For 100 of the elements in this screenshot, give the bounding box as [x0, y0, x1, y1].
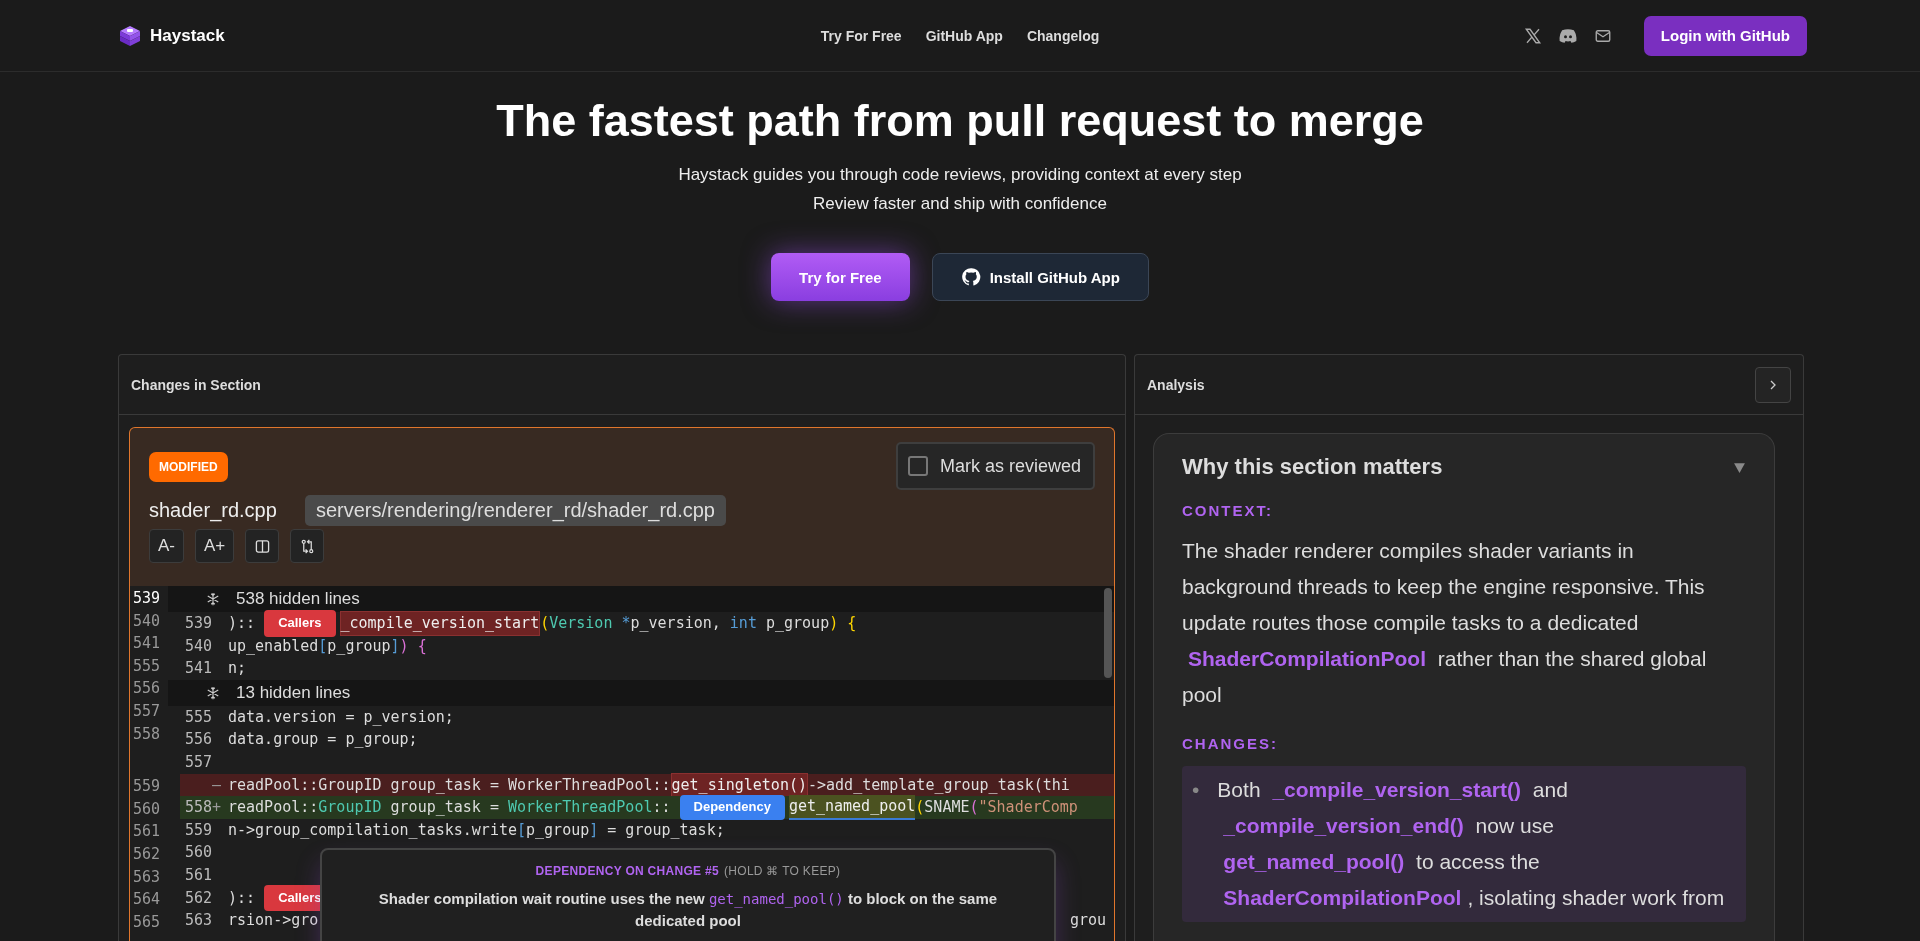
code-text: ( — [915, 797, 925, 819]
code-text: p_group — [764, 613, 830, 634]
code-text: ] — [390, 635, 400, 657]
line-number: 562 — [184, 888, 212, 907]
code-text: ( — [969, 797, 979, 819]
nav-link[interactable]: GitHub App — [925, 27, 1003, 44]
code-text: up_enabled — [228, 635, 319, 657]
code-text: :: — [652, 797, 672, 819]
hidden-lines-row[interactable]: 13 hidden lines — [168, 679, 1114, 706]
try-free-button[interactable]: Try for Free — [771, 253, 910, 301]
code-text: ->add_template_group_task(thi — [808, 774, 1070, 796]
line-number: 558 — [132, 723, 162, 745]
line-number: 558 — [184, 798, 212, 817]
code-text: * — [621, 613, 631, 634]
caret-icon[interactable] — [1733, 460, 1746, 474]
checkbox[interactable] — [907, 456, 928, 476]
code-text: p_group — [327, 635, 391, 657]
hidden-lines-row[interactable]: 538 hidden lines — [168, 586, 1114, 612]
mark-reviewed-checkbox[interactable]: Mark as reviewed — [895, 442, 1095, 490]
line-number: 539 — [132, 588, 162, 609]
code-text: ):: — [228, 613, 257, 634]
code-text: p_version, — [630, 613, 722, 634]
split-view-button[interactable] — [245, 529, 280, 563]
callers-tag[interactable]: Callers — [264, 610, 336, 637]
code-text: n->group_compilation_tasks.write — [228, 819, 517, 841]
line-number: 565 — [132, 911, 162, 933]
code-text: get_singleton() — [670, 772, 808, 798]
tooltip-title: DEPENDENCY ON CHANGE #5 — [535, 864, 719, 878]
panel-title: Changes in Section — [131, 376, 261, 393]
code-text: ):: — [228, 887, 257, 909]
code-text: ) { — [399, 635, 427, 657]
line-number: 556 — [184, 730, 212, 749]
diff-marker: + — [212, 798, 222, 817]
hero-subtitle: Review faster and ship with confidence — [813, 193, 1107, 215]
code-text: SNAME — [924, 797, 970, 819]
file-name: shader_rd.cpp — [149, 499, 277, 522]
split-view-icon — [254, 538, 270, 554]
github-icon — [960, 267, 981, 287]
line-number: 555 — [184, 707, 212, 726]
code-text: = group_task; — [606, 819, 725, 841]
context-paragraph: The shader renderer compiles shader variants in background threads to keep the engine responsive. This update routes those compile tasks to a dedicated ShaderCompilationPool rather than the shared global pool — [1182, 538, 1708, 708]
line-number: 541 — [132, 633, 162, 655]
line-number: 560 — [132, 798, 162, 820]
code-text: "ShaderComp — [978, 797, 1078, 819]
code-text: GroupID — [318, 797, 382, 819]
line-number: 561 — [132, 821, 162, 843]
compare-button[interactable] — [290, 529, 325, 563]
hidden-lines-label: 13 hidden lines — [236, 682, 351, 703]
line-number: 560 — [184, 843, 212, 862]
code-text: group_task = — [389, 797, 500, 819]
line-number: 555 — [132, 655, 162, 677]
code-text: n; — [228, 658, 247, 680]
code-text: ( — [540, 613, 550, 634]
line-number: 563 — [132, 866, 162, 888]
hero-subtitle: Haystack guides you through code reviews, providing context at every step — [678, 164, 1242, 186]
expand-icon — [206, 685, 220, 700]
line-number: 540 — [184, 636, 212, 655]
line-number: 559 — [132, 776, 162, 798]
code-text: get_named_pool — [788, 795, 916, 820]
nav-link[interactable]: Try For Free — [820, 27, 902, 44]
section-label: CHANGES: — [1182, 735, 1279, 752]
line-number: 562 — [132, 843, 162, 865]
code-text: p_group — [526, 819, 590, 841]
logo-icon — [118, 23, 142, 48]
change-item: Both _compile_version_start() and _compile_version_end() now use get_named_pool() to access the ShaderCompilationPool , isolating shader work from — [1217, 777, 1726, 911]
line-number: 539 — [184, 614, 212, 632]
line-number: 557 — [132, 700, 162, 722]
code-text: [ — [517, 819, 526, 841]
code-text: readPool::GroupID group_task = WorkerThreadPool:: — [228, 774, 671, 796]
scrollbar-thumb[interactable] — [1104, 588, 1112, 678]
login-button[interactable]: Login with GitHub — [1643, 15, 1807, 56]
line-number: 540 — [132, 610, 162, 632]
line-number: 559 — [184, 820, 212, 839]
brand-name[interactable]: Haystack — [150, 25, 225, 46]
code-text: ) { — [829, 613, 857, 634]
code-text: data.group = p_group; — [228, 729, 418, 751]
code-text: ] — [589, 819, 599, 841]
font-size-button[interactable]: A+ — [195, 529, 235, 563]
code-text: [ — [318, 635, 328, 657]
dependency-tag[interactable]: Dependency — [679, 795, 785, 820]
compare-icon — [299, 538, 315, 554]
line-number: 564 — [132, 889, 162, 911]
font-size-button[interactable]: A- — [149, 529, 184, 563]
code-text: Version — [549, 613, 614, 634]
diff-marker: — — [212, 775, 222, 794]
code-text: grou — [1069, 910, 1106, 932]
chat-logo-icon[interactable] — [1557, 27, 1578, 44]
x-logo-icon[interactable] — [1523, 26, 1542, 45]
code-text: data.version = p_version; — [228, 706, 454, 728]
code-text: rsion->gro — [228, 910, 319, 932]
bullet: • — [1192, 777, 1200, 803]
line-number: 563 — [184, 911, 212, 930]
tooltip-text: Shader compilation wait routine uses the new get_named_pool() to block on the same dedicated pool — [377, 889, 999, 931]
line-number: 557 — [184, 752, 212, 771]
file-path: servers/rendering/renderer_rd/shader_rd.cpp — [304, 495, 726, 526]
expand-icon — [206, 592, 220, 606]
install-app-button[interactable]: Install GitHub App — [931, 253, 1149, 301]
line-number: 556 — [132, 678, 162, 700]
status-badge: MODIFIED — [149, 452, 228, 482]
nav-link[interactable]: Changelog — [1026, 27, 1100, 44]
